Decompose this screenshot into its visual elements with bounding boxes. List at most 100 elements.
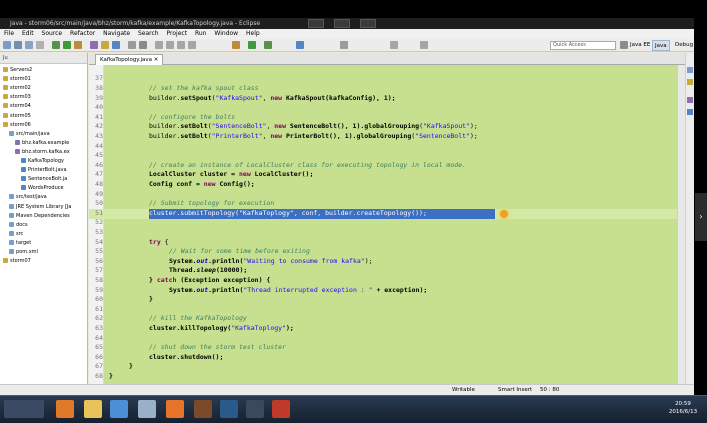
perspective-debug[interactable]: Debug bbox=[673, 40, 694, 51]
next-annotation-icon[interactable] bbox=[155, 41, 163, 49]
file-explorer-icon[interactable] bbox=[84, 400, 102, 418]
line-number: 52 bbox=[95, 218, 103, 227]
code-line-66: } bbox=[129, 362, 133, 371]
chrome-icon[interactable] bbox=[110, 400, 128, 418]
menu-search[interactable]: Search bbox=[138, 30, 159, 37]
line-number: 53 bbox=[95, 228, 103, 236]
tree-item[interactable]: docs bbox=[9, 221, 28, 230]
run-last-icon[interactable] bbox=[248, 41, 256, 49]
menu-window[interactable]: Window bbox=[214, 30, 238, 37]
menu-run[interactable]: Run bbox=[195, 30, 207, 37]
side-nav-arrow-icon[interactable]: › bbox=[695, 193, 707, 241]
code-editor[interactable]: // set the kafka spout class builder.set… bbox=[89, 65, 677, 395]
problems-icon[interactable] bbox=[687, 97, 693, 103]
tree-item[interactable]: KafkaTopology bbox=[21, 157, 64, 166]
new-class-icon[interactable] bbox=[112, 41, 120, 49]
search-icon[interactable] bbox=[139, 41, 147, 49]
tree-item[interactable]: JRE System Library [Ja bbox=[9, 203, 72, 212]
menu-project[interactable]: Project bbox=[167, 30, 188, 37]
print-icon[interactable] bbox=[36, 41, 44, 49]
tree-node-icon bbox=[9, 130, 14, 136]
tree-item[interactable]: Servers2 bbox=[3, 66, 32, 75]
menu-help[interactable]: Help bbox=[246, 30, 260, 37]
new-icon[interactable] bbox=[3, 41, 11, 49]
app-icon-7[interactable] bbox=[220, 400, 238, 418]
tree-item[interactable]: storm06 bbox=[3, 121, 31, 130]
outline-icon[interactable] bbox=[687, 67, 693, 73]
close-icon[interactable] bbox=[360, 19, 376, 28]
tab-kafka-topology[interactable]: KafkaTopology.java ✕ bbox=[95, 54, 164, 65]
tree-item[interactable]: storm01 bbox=[3, 75, 31, 84]
open-perspective-icon[interactable] bbox=[620, 41, 628, 49]
new-package-icon[interactable] bbox=[101, 41, 109, 49]
minimize-icon[interactable] bbox=[308, 19, 324, 28]
back-icon[interactable] bbox=[177, 41, 185, 49]
tree-item[interactable]: src bbox=[9, 230, 23, 239]
project-icon bbox=[3, 67, 8, 72]
window-title: Java - storm06/src/main/java/bhz/storm/k… bbox=[10, 20, 261, 27]
tree-item[interactable]: storm07 bbox=[3, 257, 31, 266]
firefox-icon[interactable] bbox=[56, 400, 74, 418]
line-number: 56 bbox=[95, 256, 103, 265]
tree-item[interactable]: PrinterBolt.java bbox=[21, 166, 67, 175]
title-bar: Java - storm06/src/main/java/bhz/storm/k… bbox=[0, 18, 694, 29]
tree-node-icon bbox=[9, 239, 14, 245]
tree-item[interactable]: storm05 bbox=[3, 112, 31, 121]
perspective-java-ee[interactable]: Java EE bbox=[628, 40, 652, 51]
toggle-mark-icon[interactable] bbox=[340, 41, 348, 49]
menu-edit[interactable]: Edit bbox=[22, 30, 34, 37]
tree-item[interactable]: storm02 bbox=[3, 84, 31, 93]
coverage-icon[interactable] bbox=[264, 41, 272, 49]
task-list-icon[interactable] bbox=[687, 79, 693, 85]
menu-source[interactable]: Source bbox=[42, 30, 63, 37]
forward-icon[interactable] bbox=[188, 41, 196, 49]
tree-item[interactable]: bhz.storm.kafka.ex bbox=[15, 148, 70, 157]
tree-item[interactable]: storm04 bbox=[3, 102, 31, 111]
app-icon-4[interactable] bbox=[138, 400, 156, 418]
navigate-back-icon[interactable] bbox=[390, 41, 398, 49]
tree-item-label: KafkaTopology bbox=[28, 158, 64, 164]
menu-navigate[interactable]: Navigate bbox=[103, 30, 130, 37]
tree-item[interactable]: bhz.kafka.example bbox=[15, 139, 69, 148]
navigate-forward-icon[interactable] bbox=[420, 41, 428, 49]
tree-item[interactable]: SentenceBolt.ja bbox=[21, 175, 67, 184]
app-icon-9[interactable] bbox=[272, 400, 290, 418]
save-icon[interactable] bbox=[14, 41, 22, 49]
code-area[interactable]: // set the kafka spout class builder.set… bbox=[89, 65, 677, 395]
start-menu-icon[interactable] bbox=[4, 400, 44, 418]
app-icon-5[interactable] bbox=[166, 400, 184, 418]
tree-item[interactable]: src/test/java bbox=[9, 193, 47, 202]
menu-refactor[interactable]: Refactor bbox=[70, 30, 95, 37]
tree-item-label: storm02 bbox=[10, 85, 31, 92]
maximize-icon[interactable] bbox=[334, 19, 350, 28]
tree-item[interactable]: pom.xml bbox=[9, 248, 38, 257]
tree-node-icon bbox=[15, 148, 20, 154]
open-perspective-tool-icon[interactable] bbox=[296, 41, 304, 49]
debug-icon[interactable] bbox=[52, 41, 60, 49]
tree-item[interactable]: Maven Dependencies bbox=[9, 212, 70, 221]
tree-item-label: storm03 bbox=[10, 94, 31, 101]
new-java-project-icon[interactable] bbox=[90, 41, 98, 49]
line-number: 55 bbox=[95, 247, 103, 256]
editor-vertical-scrollbar[interactable] bbox=[677, 65, 685, 395]
tree-item[interactable]: storm03 bbox=[3, 93, 31, 102]
tree-item[interactable]: src/main/java bbox=[9, 130, 50, 139]
code-line-59: } bbox=[149, 295, 153, 304]
system-clock[interactable]: 20:59 2016/6/13 bbox=[662, 400, 704, 416]
toolbar-item-icon[interactable] bbox=[232, 41, 240, 49]
line-number: 41 bbox=[95, 112, 103, 121]
eclipse-taskbar-icon[interactable] bbox=[194, 400, 212, 418]
tree-item[interactable]: target bbox=[9, 239, 31, 248]
open-type-icon[interactable] bbox=[128, 41, 136, 49]
quick-access-input[interactable]: Quick Access bbox=[550, 41, 616, 50]
app-icon-8[interactable] bbox=[246, 400, 264, 418]
run-icon[interactable] bbox=[63, 41, 71, 49]
save-all-icon[interactable] bbox=[25, 41, 33, 49]
perspective-java[interactable]: Java bbox=[652, 40, 670, 51]
console-icon[interactable] bbox=[687, 109, 693, 115]
tree-item-label: src bbox=[16, 230, 24, 237]
tree-item[interactable]: WordsProduce bbox=[21, 184, 64, 193]
previous-annotation-icon[interactable] bbox=[166, 41, 174, 49]
external-tools-icon[interactable] bbox=[74, 41, 82, 49]
menu-file[interactable]: File bbox=[4, 30, 14, 37]
